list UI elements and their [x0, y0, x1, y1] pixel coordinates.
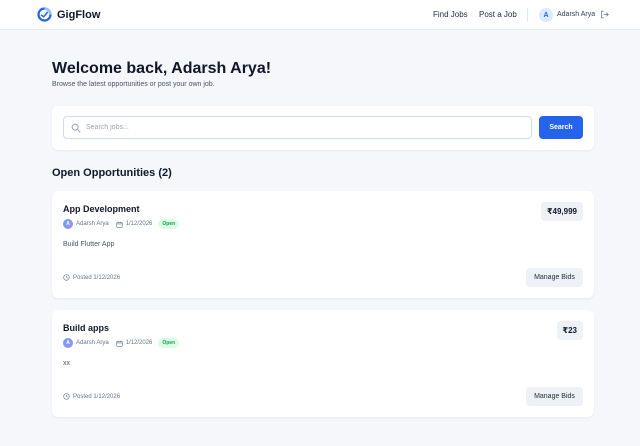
- user-avatar[interactable]: A: [539, 8, 553, 22]
- owner-name: Adarsh Arya: [76, 221, 109, 227]
- posted-date: Posted 1/12/2026: [73, 393, 121, 400]
- top-navbar: GigFlow Find Jobs Post a Job A Adarsh Ar…: [0, 0, 640, 30]
- gigflow-logo-icon: [37, 7, 52, 22]
- job-meta: A Adarsh Arya 1/12/2026 Open: [63, 219, 180, 229]
- job-date: 1/12/2026: [125, 221, 153, 227]
- owner-avatar: A: [63, 219, 73, 229]
- clock-icon: [63, 393, 70, 400]
- job-card[interactable]: Build apps A Adarsh Arya 1/12/2026 Open …: [52, 310, 594, 417]
- nav-find-jobs-link[interactable]: Find Jobs: [433, 10, 468, 19]
- owner-avatar: A: [63, 338, 73, 348]
- job-meta: A Adarsh Arya 1/12/2026 Open: [63, 338, 180, 348]
- job-description: Build Flutter App: [63, 241, 115, 248]
- posted-info: Posted 1/12/2026: [63, 393, 120, 400]
- search-box[interactable]: [63, 116, 532, 139]
- user-name: Adarsh Arya: [557, 11, 596, 18]
- posted-info: Posted 1/12/2026: [63, 274, 120, 281]
- section-title: Open Opportunities (2): [52, 167, 172, 179]
- search-input[interactable]: [86, 117, 526, 138]
- brand-name: GigFlow: [57, 8, 101, 21]
- nav-divider: [527, 8, 528, 22]
- job-price: ₹49,999: [540, 202, 583, 221]
- job-description: xx: [63, 360, 70, 367]
- job-title[interactable]: Build apps: [63, 323, 109, 333]
- manage-bids-button[interactable]: Manage Bids: [526, 387, 583, 406]
- clock-icon: [63, 274, 70, 281]
- search-button[interactable]: Search: [539, 116, 583, 139]
- status-badge: Open: [158, 338, 180, 348]
- job-price: ₹23: [556, 321, 583, 340]
- calendar-icon: [116, 340, 123, 347]
- logout-icon[interactable]: [600, 10, 609, 19]
- search-card: Search: [52, 106, 594, 150]
- job-title[interactable]: App Development: [63, 204, 140, 214]
- job-card[interactable]: App Development A Adarsh Arya 1/12/2026 …: [52, 191, 594, 298]
- status-badge: Open: [158, 219, 180, 229]
- job-date: 1/12/2026: [125, 340, 153, 346]
- manage-bids-button[interactable]: Manage Bids: [526, 268, 583, 287]
- brand[interactable]: GigFlow: [37, 7, 100, 22]
- page-title: Welcome back, Adarsh Arya!: [52, 60, 272, 77]
- posted-date: Posted 1/12/2026: [73, 274, 121, 281]
- owner-name: Adarsh Arya: [76, 340, 109, 346]
- page-subtitle: Browse the latest opportunities or post …: [52, 81, 215, 88]
- nav-post-job-link[interactable]: Post a Job: [479, 10, 517, 19]
- search-icon: [71, 123, 81, 133]
- calendar-icon: [116, 221, 123, 228]
